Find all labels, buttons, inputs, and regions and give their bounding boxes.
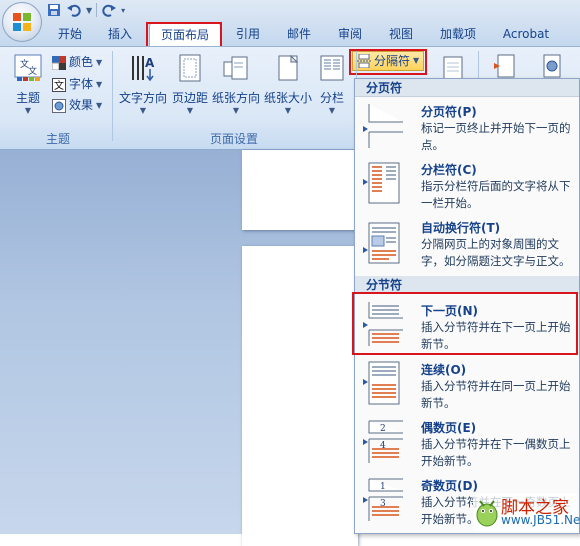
svg-text:文: 文 <box>54 79 64 92</box>
undo-dropdown-icon[interactable]: ▼ <box>86 6 92 15</box>
redo-icon[interactable] <box>101 2 117 18</box>
themes-icon: 文 文 <box>14 54 42 81</box>
svg-text:文: 文 <box>28 65 37 77</box>
office-button[interactable] <box>2 2 42 42</box>
document-page[interactable] <box>242 246 358 546</box>
paper-size-icon <box>278 54 299 81</box>
size-dropdown-icon: ▼ <box>284 106 292 115</box>
tab-mailings[interactable]: 邮件 <box>279 23 319 46</box>
document-page[interactable] <box>242 150 358 230</box>
odd-page-section-icon: 1 3 <box>363 478 403 521</box>
theme-effects-button[interactable]: 效果 ▼ <box>52 96 102 115</box>
colors-dropdown-icon: ▼ <box>96 58 103 67</box>
odd-page-title: 奇数页(D) <box>421 479 478 493</box>
margins-label: 页边距 <box>171 91 208 105</box>
qat-separator <box>96 3 98 17</box>
text-direction-button[interactable]: A 文字方向 ▼ <box>118 51 168 125</box>
tab-acrobat[interactable]: Acrobat <box>496 23 556 46</box>
group-separator <box>112 51 113 141</box>
tab-references[interactable]: 引用 <box>228 23 268 46</box>
even-page-section-icon: 2 4 <box>363 420 403 463</box>
columns-button[interactable]: 分栏 ▼ <box>316 51 348 125</box>
text-wrapping-break-item[interactable]: 自动换行符(T) 分隔网页上的对象周围的文字，如分隔题注文字与正文。 <box>355 217 579 272</box>
page-break-icon <box>363 104 403 148</box>
tab-review[interactable]: 审阅 <box>330 23 370 46</box>
position-icon <box>543 54 561 78</box>
tab-home[interactable]: 开始 <box>50 23 90 46</box>
page-breaks-header: 分页符 <box>355 79 579 97</box>
orientation-label: 纸张方向 <box>212 91 261 105</box>
tab-view[interactable]: 视图 <box>381 23 421 46</box>
themes-dropdown-icon: ▼ <box>24 106 32 115</box>
columns-label: 分栏 <box>319 91 344 105</box>
text-direction-label: 文字方向 <box>118 91 167 105</box>
text-wrapping-break-title: 自动换行符(T) <box>421 221 501 235</box>
save-icon[interactable] <box>46 2 62 18</box>
tab-addins[interactable]: 加载项 <box>432 23 484 46</box>
page-layout-tab-highlight <box>146 22 222 48</box>
colors-label: 颜色 <box>69 55 94 69</box>
even-page-title: 偶数页(E) <box>421 421 477 435</box>
continuous-item[interactable]: 连续(O) 插入分节符并在同一页上开始新节。 <box>355 359 579 415</box>
continuous-section-icon <box>363 361 400 405</box>
column-break-item[interactable]: 分栏符(C) 指示分栏符后面的文字将从下一栏开始。 <box>355 159 579 210</box>
colors-icon <box>52 55 66 70</box>
theme-colors-button[interactable]: 颜色 ▼ <box>52 53 102 72</box>
tab-insert[interactable]: 插入 <box>100 23 140 46</box>
quick-access-toolbar: ▼ ▾ <box>46 1 125 19</box>
margins-icon <box>179 54 201 82</box>
odd-page-number: 1 <box>380 482 386 492</box>
effects-label: 效果 <box>69 98 94 112</box>
mascot-logo-icon <box>476 500 498 527</box>
odd-page-number-next: 3 <box>380 499 386 509</box>
column-break-icon <box>363 162 400 204</box>
effects-dropdown-icon: ▼ <box>96 101 103 110</box>
watermark-url: www.JB51.Net <box>501 513 580 527</box>
orientation-icon <box>223 56 248 80</box>
even-page-number-next: 4 <box>380 441 386 451</box>
even-page-item[interactable]: 2 4 偶数页(E) 插入分节符并在下一偶数页上开始新节。 <box>355 417 579 473</box>
columns-icon <box>320 55 344 81</box>
columns-dropdown-icon: ▼ <box>328 106 336 115</box>
indent-icon <box>494 54 515 78</box>
page-break-desc: 标记一页终止并开始下一页的点。 <box>421 121 571 152</box>
svg-text:A: A <box>145 56 155 70</box>
size-label: 纸张大小 <box>264 91 313 105</box>
site-watermark: 脚本之家 www.JB51.Net <box>473 493 580 531</box>
text-wrapping-break-desc: 分隔网页上的对象周围的文字，如分隔题注文字与正文。 <box>421 237 571 268</box>
continuous-desc: 插入分节符并在同一页上开始新节。 <box>421 379 571 410</box>
office-logo-icon <box>13 13 31 31</box>
margins-dropdown-icon: ▼ <box>186 106 194 115</box>
even-page-desc: 插入分节符并在下一偶数页上开始新节。 <box>421 437 571 468</box>
undo-icon[interactable] <box>66 2 82 18</box>
next-page-highlight <box>352 292 578 355</box>
effects-icon <box>52 98 66 113</box>
even-page-number: 2 <box>380 424 386 434</box>
fonts-dropdown-icon: ▼ <box>96 80 103 89</box>
text-direction-dropdown-icon: ▼ <box>139 106 147 115</box>
margins-button[interactable]: 页边距 ▼ <box>170 51 210 125</box>
fonts-icon: 文 <box>52 77 66 92</box>
orientation-dropdown-icon: ▼ <box>232 106 240 115</box>
page-break-title: 分页符(P) <box>421 105 477 119</box>
theme-fonts-button[interactable]: 文 字体 ▼ <box>52 75 102 94</box>
theme-group-label: 主题 <box>45 132 70 146</box>
page-break-item[interactable]: 分页符(P) 标记一页终止并开始下一页的点。 <box>355 101 579 152</box>
breaks-button-highlight <box>349 49 427 75</box>
fonts-label: 字体 <box>69 77 94 91</box>
title-bar: ▼ ▾ 开始 插入 页面布局 引用 邮件 审阅 视图 加载项 Acrobat <box>0 0 580 48</box>
orientation-button[interactable]: 纸张方向 ▼ <box>212 51 260 125</box>
column-break-desc: 指示分栏符后面的文字将从下一栏开始。 <box>421 179 571 210</box>
themes-button[interactable]: 文 文 主题 ▼ <box>8 51 48 125</box>
customize-qat-icon[interactable]: ▾ <box>121 6 125 15</box>
column-break-title: 分栏符(C) <box>421 163 477 177</box>
themes-label: 主题 <box>15 91 40 105</box>
continuous-title: 连续(O) <box>421 363 467 377</box>
text-direction-icon: A <box>132 56 155 82</box>
size-button[interactable]: 纸张大小 ▼ <box>264 51 312 125</box>
text-wrapping-break-icon <box>363 222 400 264</box>
page-setup-group-label: 页面设置 <box>209 132 258 146</box>
